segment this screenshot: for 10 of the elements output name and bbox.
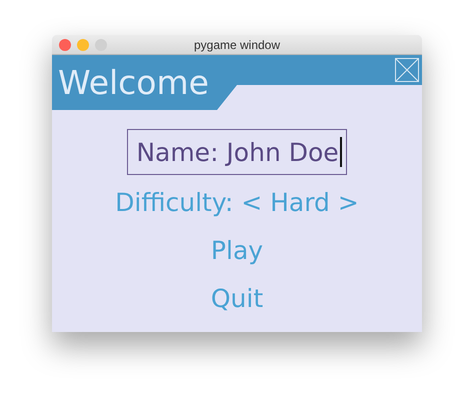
close-window-button[interactable] xyxy=(59,38,71,50)
menu-button[interactable]: Quit xyxy=(210,278,264,319)
menu-button[interactable]: Play xyxy=(210,230,264,271)
window-title: pygame window xyxy=(194,38,280,52)
text-cursor xyxy=(340,137,342,167)
zoom-window-button[interactable] xyxy=(95,38,107,50)
close-icon[interactable] xyxy=(395,58,419,82)
difficulty-selector[interactable]: Difficulty: < Hard > xyxy=(115,182,359,223)
name-field[interactable]: Name: John Doe xyxy=(127,129,347,175)
minimize-window-button[interactable] xyxy=(77,38,89,50)
